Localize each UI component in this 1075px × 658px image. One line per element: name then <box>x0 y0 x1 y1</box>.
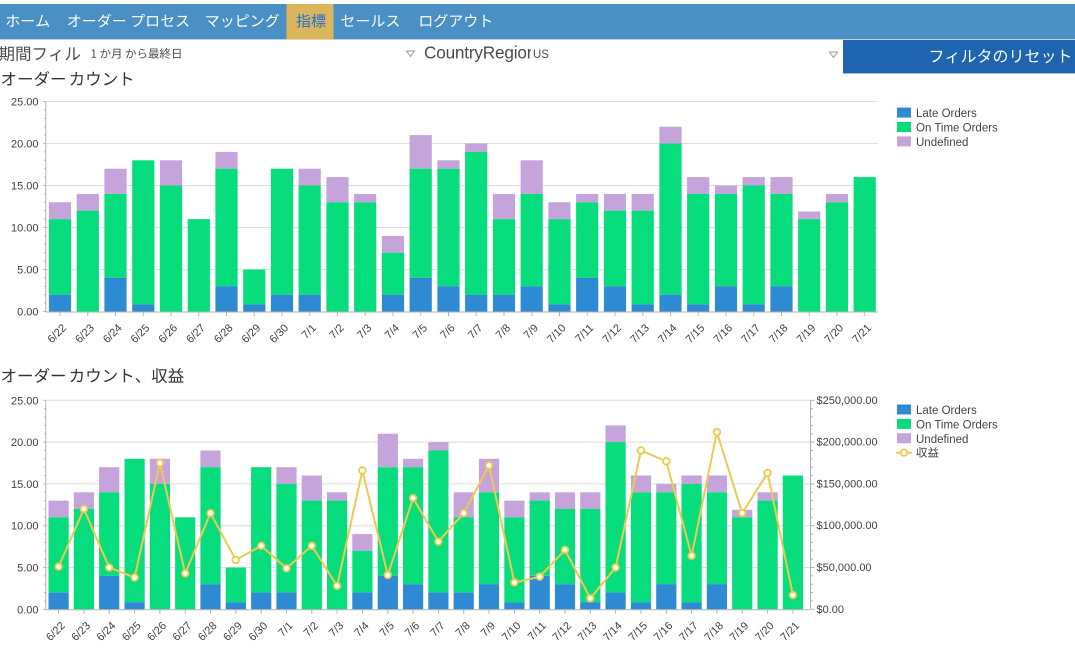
svg-text:20.00: 20.00 <box>11 437 39 449</box>
svg-text:Undefined: Undefined <box>916 137 968 149</box>
svg-text:10.00: 10.00 <box>11 223 39 235</box>
svg-text:$200,000.00: $200,000.00 <box>817 437 878 449</box>
svg-text:25.00: 25.00 <box>11 97 39 109</box>
svg-text:0.00: 0.00 <box>17 307 38 319</box>
svg-text:5.00: 5.00 <box>17 563 38 575</box>
svg-text:Late Orders: Late Orders <box>916 405 977 417</box>
svg-text:CountryRegion: CountryRegion <box>424 43 536 63</box>
svg-text:15.00: 15.00 <box>11 181 39 193</box>
svg-text:On Time Orders: On Time Orders <box>916 123 998 135</box>
svg-text:$0.00: $0.00 <box>817 604 845 616</box>
svg-text:US: US <box>533 49 549 61</box>
svg-text:$250,000.00: $250,000.00 <box>817 395 878 407</box>
svg-text:On Time Orders: On Time Orders <box>916 419 998 431</box>
svg-text:25.00: 25.00 <box>11 395 39 407</box>
svg-text:0.00: 0.00 <box>17 604 38 616</box>
svg-text:5.00: 5.00 <box>17 265 38 277</box>
svg-text:10.00: 10.00 <box>11 521 39 533</box>
svg-text:20.00: 20.00 <box>11 139 39 151</box>
svg-text:Undefined: Undefined <box>916 434 968 446</box>
svg-text:$50,000.00: $50,000.00 <box>817 562 872 574</box>
svg-text:15.00: 15.00 <box>11 479 39 491</box>
svg-text:Late Orders: Late Orders <box>916 108 977 120</box>
svg-text:$100,000.00: $100,000.00 <box>817 520 878 532</box>
svg-text:$150,000.00: $150,000.00 <box>817 478 878 490</box>
